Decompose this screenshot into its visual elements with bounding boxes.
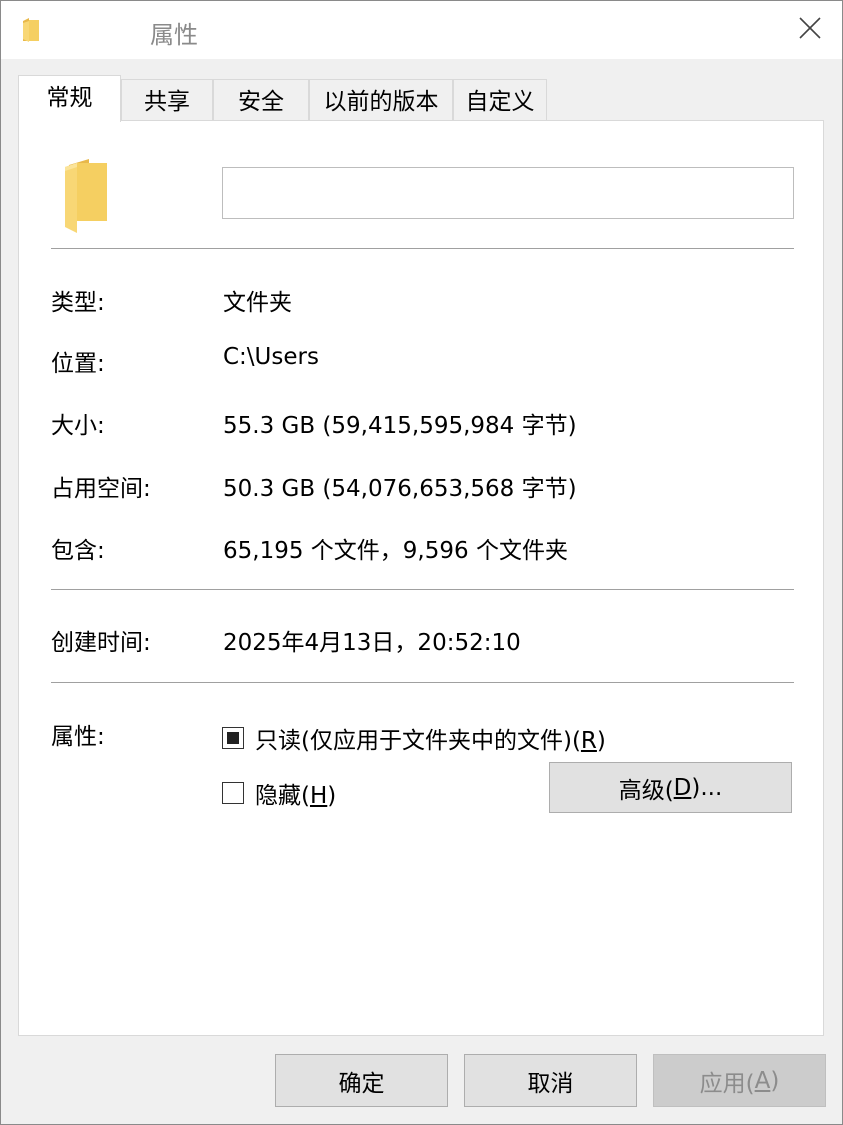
tab-previous-versions[interactable]: 以前的版本 <box>309 79 453 120</box>
readonly-label: 只读(仅应用于文件夹中的文件)(R) <box>255 728 606 754</box>
cancel-button[interactable]: 取消 <box>464 1054 637 1107</box>
folder-icon <box>63 159 109 233</box>
size-label: 大小: <box>51 413 105 439</box>
type-label: 类型: <box>51 290 105 316</box>
ok-button[interactable]: 确定 <box>275 1054 448 1107</box>
location-label: 位置: <box>51 351 105 377</box>
indeterminate-mark <box>227 732 239 744</box>
created-label: 创建时间: <box>51 630 151 656</box>
close-button[interactable] <box>778 1 842 59</box>
divider <box>51 682 794 683</box>
tab-customize[interactable]: 自定义 <box>453 79 547 120</box>
divider <box>51 589 794 590</box>
advanced-button[interactable]: 高级(D)... <box>549 762 792 813</box>
size-value: 55.3 GB (59,415,595,984 字节) <box>223 413 577 439</box>
created-value: 2025年4月13日，20:52:10 <box>223 630 521 656</box>
properties-window: 属性 常规 共享 安全 以前的版本 自定义 类型: 文件夹 位置: C:\Use… <box>0 0 843 1125</box>
divider <box>51 248 794 249</box>
size-on-disk-label: 占用空间: <box>51 476 151 502</box>
hidden-label: 隐藏(H) <box>255 783 337 809</box>
hidden-checkbox[interactable] <box>222 782 244 804</box>
window-title: 属性 <box>150 21 198 49</box>
tab-sharing[interactable]: 共享 <box>121 79 213 120</box>
general-panel: 类型: 文件夹 位置: C:\Users 大小: 55.3 GB (59,415… <box>18 120 824 1036</box>
folder-icon <box>21 17 41 43</box>
folder-name-input[interactable] <box>222 167 794 219</box>
hidden-checkbox-row[interactable]: 隐藏(H) <box>222 776 336 810</box>
attributes-label: 属性: <box>51 724 105 750</box>
tab-security[interactable]: 安全 <box>213 79 309 120</box>
type-value: 文件夹 <box>223 290 292 316</box>
readonly-checkbox[interactable] <box>222 727 244 749</box>
readonly-checkbox-row[interactable]: 只读(仅应用于文件夹中的文件)(R) <box>222 721 606 755</box>
tab-general[interactable]: 常规 <box>18 75 121 122</box>
apply-button: 应用(A) <box>653 1054 826 1107</box>
title-bar: 属性 <box>1 1 842 59</box>
size-on-disk-value: 50.3 GB (54,076,653,568 字节) <box>223 476 577 502</box>
contains-value: 65,195 个文件，9,596 个文件夹 <box>223 538 568 564</box>
close-icon <box>799 17 821 43</box>
contains-label: 包含: <box>51 538 105 564</box>
location-value: C:\Users <box>223 344 319 370</box>
